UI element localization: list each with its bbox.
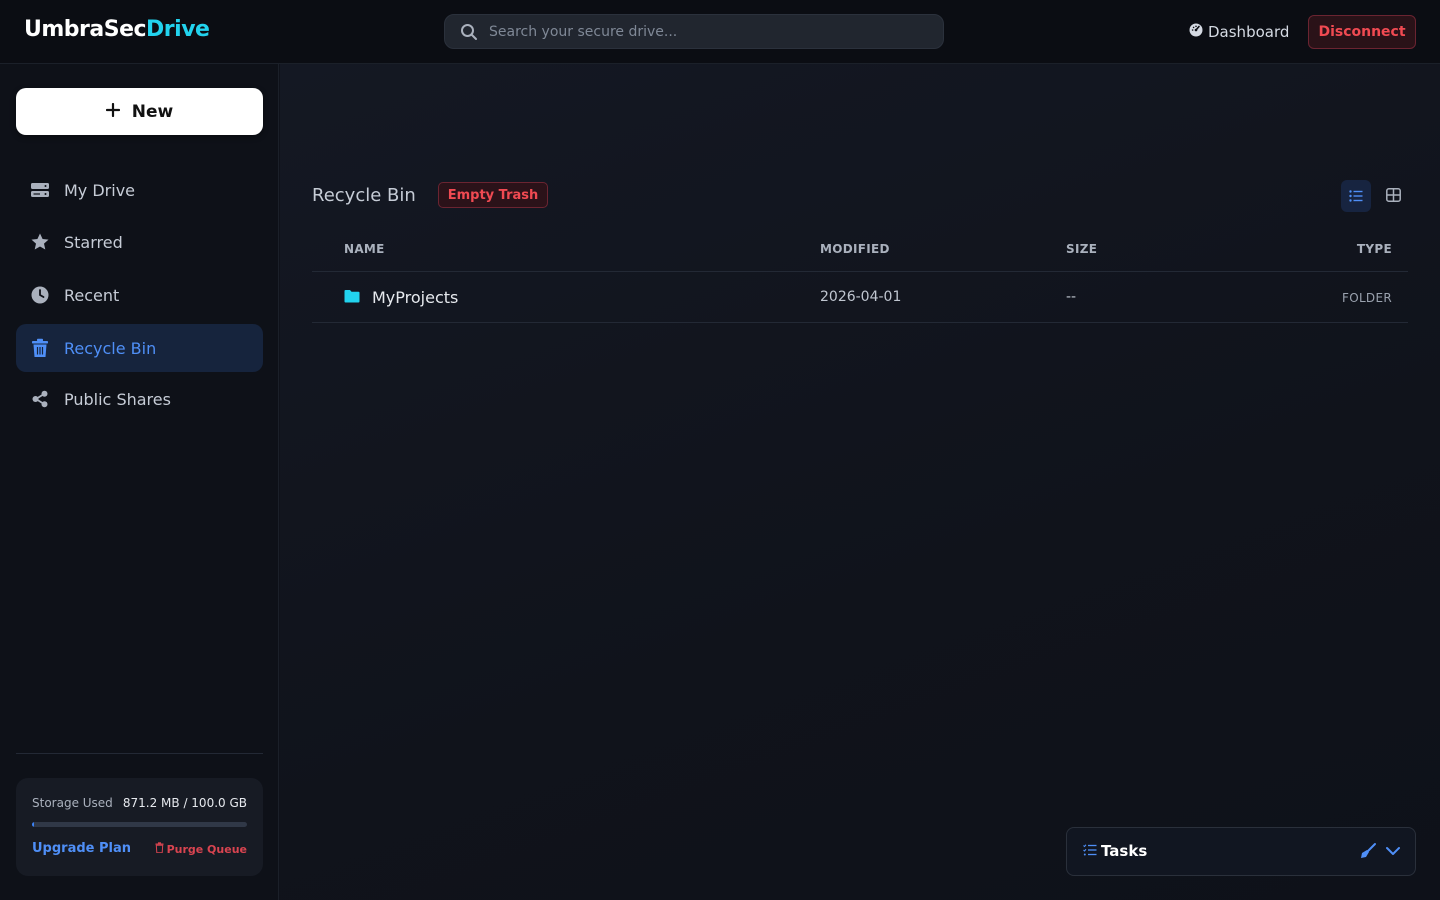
sidebar-item-recent[interactable]: Recent xyxy=(16,271,263,319)
column-header-modified[interactable]: MODIFIED xyxy=(820,242,890,256)
search-bar[interactable] xyxy=(444,14,944,49)
chevron-down-icon xyxy=(1385,845,1401,864)
tasks-label: Tasks xyxy=(1101,842,1148,860)
row-modified: 2026-04-01 xyxy=(820,289,902,305)
sidebar-item-recycle-bin[interactable]: Recycle Bin xyxy=(16,324,263,372)
dashboard-gauge-icon xyxy=(1189,23,1203,41)
column-header-name[interactable]: NAME xyxy=(344,242,385,256)
storage-value: 871.2 MB / 100.0 GB xyxy=(122,796,247,810)
storage-progress-fill xyxy=(32,822,35,827)
star-icon xyxy=(16,232,64,252)
task-list-icon xyxy=(1083,842,1097,860)
empty-trash-button[interactable]: Empty Trash xyxy=(438,182,548,208)
sidebar-item-label: Public Shares xyxy=(64,389,171,409)
upgrade-plan-link[interactable]: Upgrade Plan xyxy=(32,841,131,856)
collapse-tasks-button[interactable] xyxy=(1385,842,1401,864)
list-view-toggle[interactable] xyxy=(1341,180,1371,212)
grid-view-icon xyxy=(1385,187,1401,206)
row-type: FOLDER xyxy=(1342,291,1392,305)
drive-icon xyxy=(16,181,64,199)
column-header-size[interactable]: SIZE xyxy=(1066,242,1097,256)
top-bar: UmbraSecDrive Dashboard Disconnect xyxy=(0,0,1440,64)
trash-icon xyxy=(16,338,64,358)
sidebar-item-my-drive[interactable]: My Drive xyxy=(16,166,263,214)
sidebar: New My Drive Starred Recent Recycle Bin … xyxy=(0,64,279,900)
table-row[interactable]: MyProjects 2026-04-01 -- FOLDER xyxy=(312,272,1408,323)
row-size: -- xyxy=(1066,289,1077,305)
storage-label: Storage Used xyxy=(32,796,113,810)
logo-primary-text: UmbraSec xyxy=(24,17,147,42)
sidebar-divider xyxy=(16,753,263,754)
plus-icon xyxy=(105,102,120,122)
storage-progress-bar xyxy=(32,822,247,827)
tasks-header: Tasks xyxy=(1083,842,1147,860)
folder-icon xyxy=(344,288,360,307)
row-name-cell: MyProjects xyxy=(344,288,458,307)
new-button-label: New xyxy=(131,101,174,122)
clear-tasks-button[interactable] xyxy=(1359,842,1377,864)
new-button[interactable]: New xyxy=(16,88,263,135)
sidebar-item-public-shares[interactable]: Public Shares xyxy=(16,375,263,423)
main-content: Recycle Bin Empty Trash NAME MODIFIED SI… xyxy=(280,64,1440,900)
logo-accent-text: Drive xyxy=(146,17,210,42)
sidebar-item-label: Recent xyxy=(64,285,120,305)
search-icon xyxy=(460,23,478,45)
storage-card: Storage Used 871.2 MB / 100.0 GB Upgrade… xyxy=(16,778,263,876)
broom-icon xyxy=(1359,843,1377,864)
sidebar-item-starred[interactable]: Starred xyxy=(16,218,263,266)
grid-view-toggle[interactable] xyxy=(1378,180,1408,212)
column-header-type[interactable]: TYPE xyxy=(1357,242,1392,256)
disconnect-button[interactable]: Disconnect xyxy=(1308,15,1416,49)
search-input[interactable] xyxy=(489,15,929,48)
sidebar-item-label: Recycle Bin xyxy=(64,338,157,358)
list-view-icon xyxy=(1349,187,1363,206)
purge-queue-label: Purge Queue xyxy=(166,842,247,856)
dashboard-link[interactable]: Dashboard xyxy=(1189,20,1289,44)
share-icon xyxy=(16,390,64,408)
trash-icon xyxy=(155,842,164,856)
app-logo[interactable]: UmbraSecDrive xyxy=(24,17,210,42)
tasks-panel[interactable]: Tasks xyxy=(1066,827,1416,876)
purge-queue-button[interactable]: Purge Queue xyxy=(155,842,247,856)
sidebar-item-label: My Drive xyxy=(64,180,136,200)
clock-icon xyxy=(16,285,64,305)
dashboard-label: Dashboard xyxy=(1208,23,1290,41)
row-name: MyProjects xyxy=(372,288,459,307)
page-title: Recycle Bin xyxy=(312,185,416,206)
sidebar-item-label: Starred xyxy=(64,232,123,252)
